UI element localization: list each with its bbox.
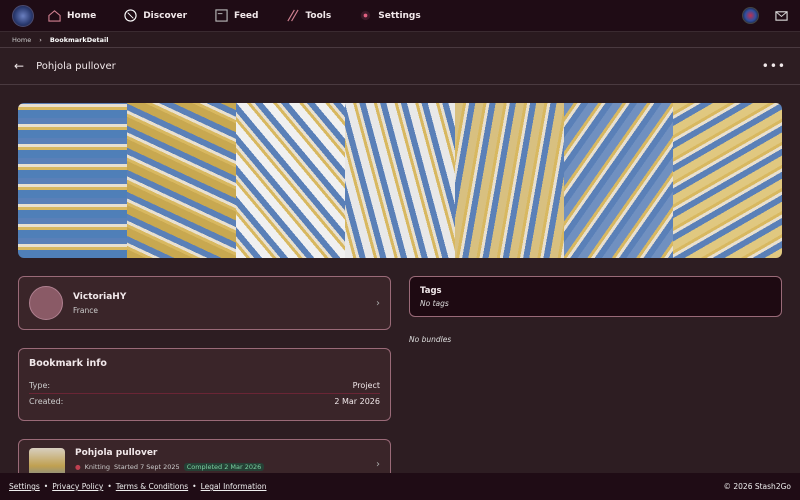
back-arrow-icon[interactable]: ← [14,59,24,73]
feed-icon [215,9,228,22]
user-country: France [73,305,98,315]
created-label: Created: [29,397,64,406]
copyright: © 2026 Stash2Go [723,482,792,491]
gallery-photo[interactable] [236,103,346,258]
gallery-photo[interactable] [454,103,564,258]
nav-label: Feed [234,10,259,21]
footer-terms-link[interactable]: Terms & Conditions [116,482,188,491]
gallery-photo[interactable] [18,103,128,258]
status-chip: ● [75,463,81,471]
type-value: Project [352,381,380,390]
type-row: Type: Project [29,378,380,394]
page-header: ← Pohjola pullover ••• [0,48,800,85]
needles-icon [287,9,300,22]
page-title: Pohjola pullover [36,60,116,72]
nav-label: Home [67,10,97,21]
tags-card[interactable]: Tags No tags [409,276,782,317]
nav-tools[interactable]: Tools [286,9,331,22]
top-nav: Home Discover Feed Tools Settings [0,0,800,32]
gallery-photo[interactable] [563,103,673,258]
nav-discover[interactable]: Discover [124,9,187,22]
nav-label: Discover [143,10,188,21]
bookmark-info-card: Bookmark info Type: Project Created: 2 Mar… [18,348,391,421]
footer-privacy-link[interactable]: Privacy Policy [52,482,103,491]
footer: Settings • Privacy Policy • Terms & Condit… [0,473,800,500]
breadcrumb: Home › BookmarkDetail [0,32,800,48]
mail-icon[interactable] [775,9,788,22]
nav-label: Settings [378,10,421,21]
nav-feed[interactable]: Feed [215,9,258,22]
footer-settings-link[interactable]: Settings [9,482,40,491]
tags-value: No tags [420,299,449,308]
craft-chip: Knitting [84,463,111,471]
gallery-photo[interactable] [672,103,782,258]
separator: • [192,482,197,491]
breadcrumb-separator: › [39,35,42,44]
user-avatar[interactable] [742,7,759,24]
user-name: VictoriaHY [73,291,127,302]
separator: • [43,482,49,491]
tags-title: Tags [420,286,442,296]
gallery-photo[interactable] [345,103,455,258]
created-value: 2 Mar 2026 [334,397,380,406]
compass-icon [124,9,137,22]
app-logo[interactable] [12,4,34,27]
home-icon [48,10,61,22]
started-chip: Started 7 Sept 2025 [114,463,180,471]
created-row: Created: 2 Mar 2026 [29,394,380,409]
more-options-icon[interactable]: ••• [762,59,786,73]
separator: • [107,482,112,491]
user-card[interactable]: VictoriaHY France › [18,276,391,330]
nav-settings[interactable]: Settings [359,9,421,22]
nav-home[interactable]: Home [48,9,96,22]
type-label: Type: [29,381,51,390]
completed-chip: Completed 2 Mar 2026 [183,463,265,471]
gallery-photo[interactable] [127,103,237,258]
project-name: Pohjola pullover [75,448,158,458]
user-avatar-image [29,286,63,320]
breadcrumb-home[interactable]: Home [12,36,31,44]
photo-gallery[interactable] [18,103,782,258]
nav-label: Tools [305,10,332,21]
breadcrumb-current: BookmarkDetail [49,35,109,44]
chevron-right-icon: › [376,297,380,309]
chevron-right-icon: › [376,458,380,470]
bookmark-info-title: Bookmark info [29,358,107,369]
bundles-empty: No bundles [409,335,452,344]
footer-legal-link[interactable]: Legal Information [201,482,267,491]
settings-dot-icon [361,10,371,21]
